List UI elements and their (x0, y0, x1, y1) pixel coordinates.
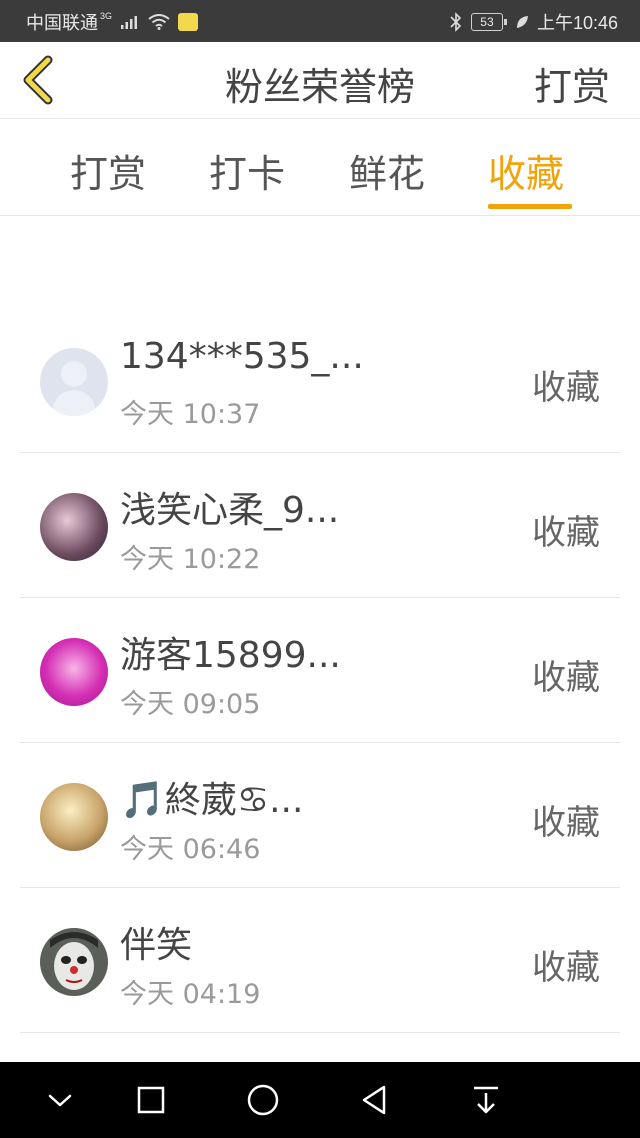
network-type: 3G (100, 11, 113, 21)
timestamp: 今天 09:05 (120, 689, 261, 720)
avatar (40, 783, 108, 851)
tab-favorites[interactable]: 收藏 (488, 143, 564, 198)
user-name: 浅笑心柔_9... (120, 490, 340, 531)
tab-checkin[interactable]: 打卡 (209, 143, 285, 198)
carrier-label: 中国联通 (26, 13, 98, 33)
clock: 上午10:46 (536, 13, 618, 33)
avatar (40, 348, 108, 416)
system-nav-bar (0, 1062, 640, 1138)
download-icon[interactable] (466, 1080, 506, 1120)
notification-app-icon (178, 13, 199, 31)
circle-icon[interactable] (243, 1080, 283, 1120)
battery-indicator: 53 (470, 13, 507, 31)
list-item[interactable]: 游客15899... 今天 09:05 收藏 (20, 598, 620, 743)
leaf-icon (516, 16, 528, 28)
square-icon[interactable] (131, 1080, 171, 1120)
reward-button[interactable]: 打赏 (534, 56, 610, 111)
avatar (40, 638, 108, 706)
action-label: 收藏 (532, 948, 600, 988)
user-name: 游客15899... (120, 635, 341, 676)
header: 粉丝荣誉榜 打赏 (0, 42, 640, 119)
active-tab-indicator (488, 204, 572, 209)
action-label: 收藏 (532, 803, 600, 843)
timestamp: 今天 06:46 (120, 834, 261, 865)
list-item[interactable]: 134***535_... 今天 10:37 收藏 (20, 308, 620, 453)
battery-level: 53 (470, 13, 503, 31)
timestamp: 今天 10:37 (120, 399, 261, 430)
tab-flowers[interactable]: 鲜花 (349, 143, 425, 198)
status-left: 中国联通 3G (26, 9, 199, 35)
bluetooth-icon (450, 12, 462, 32)
user-name: 🎵終葳♋... (120, 780, 304, 821)
chevron-down-icon[interactable] (40, 1080, 80, 1120)
user-name: 伴笑 (120, 925, 193, 966)
tab-bar: 打赏 打卡 鲜花 收藏 (0, 119, 640, 216)
timestamp: 今天 10:22 (120, 544, 261, 575)
list-item[interactable]: 伴笑 今天 04:19 收藏 (20, 888, 620, 1033)
triangle-back-icon[interactable] (355, 1080, 395, 1120)
avatar (40, 928, 108, 996)
status-right: 53 上午10:46 (449, 9, 618, 35)
avatar (40, 493, 108, 561)
list-item[interactable]: 🎵終葳♋... 今天 06:46 收藏 (20, 743, 620, 888)
list-item[interactable]: 浅笑心柔_9... 今天 10:22 收藏 (20, 453, 620, 598)
wifi-icon (148, 14, 170, 30)
timestamp: 今天 04:19 (120, 979, 261, 1010)
action-label: 收藏 (532, 513, 600, 553)
user-name: 134***535_... (120, 336, 364, 377)
action-label: 收藏 (532, 368, 600, 408)
status-bar: 中国联通 3G 53 上午10:46 (0, 0, 640, 42)
fan-list: 134***535_... 今天 10:37 收藏 浅笑心柔_9... 今天 1… (20, 308, 620, 1033)
action-label: 收藏 (532, 658, 600, 698)
signal-icon (121, 16, 138, 29)
tab-reward[interactable]: 打赏 (70, 143, 146, 198)
